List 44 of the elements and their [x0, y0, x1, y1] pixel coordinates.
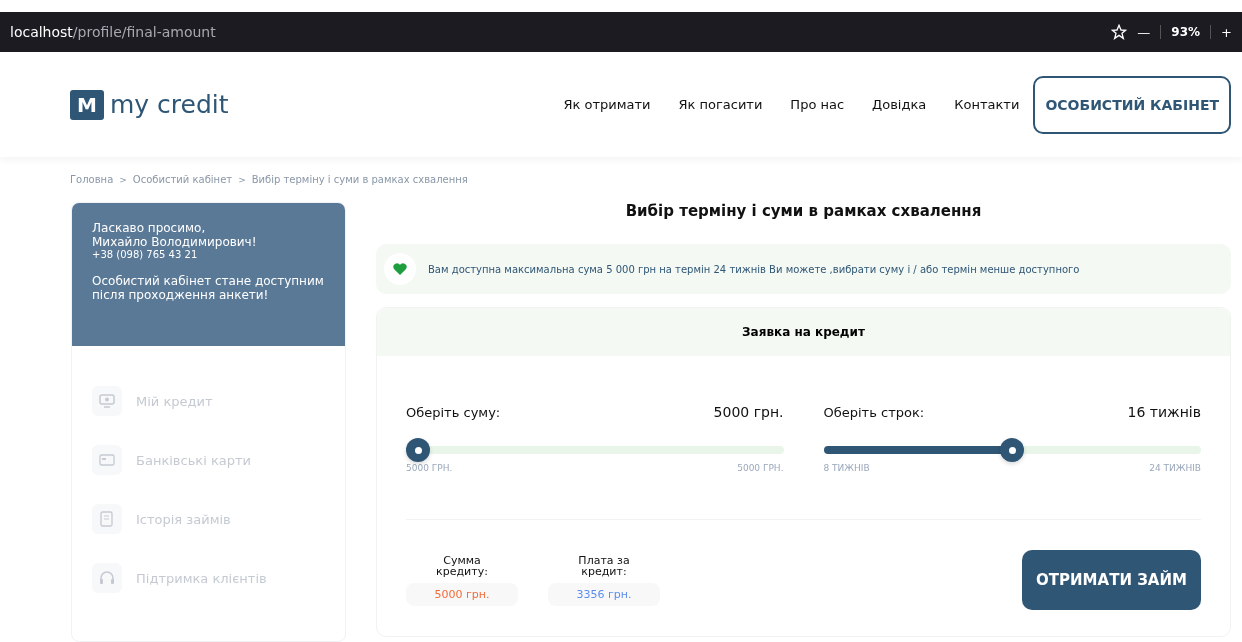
- summary-value: 5000 грн.: [406, 582, 518, 606]
- logo-text[interactable]: my credit: [110, 90, 229, 120]
- nav-link[interactable]: Довідка: [872, 97, 927, 113]
- slider-track[interactable]: [823, 438, 1201, 462]
- slider-label: Оберіть строк:: [823, 404, 925, 420]
- zoom-out-button[interactable]: —: [1137, 24, 1151, 40]
- phone-number: +38 (098) 765 43 21: [92, 249, 199, 260]
- card-title: Заявка на кредит: [377, 308, 1230, 356]
- cabinet-button[interactable]: ОСОБИСТИЙ КАБІНЕТ: [1033, 75, 1231, 134]
- star-icon[interactable]: [1111, 24, 1128, 41]
- greeting-text: Ласкаво просимо,: [92, 221, 207, 235]
- summary-label: Сумма кредиту:: [435, 554, 489, 577]
- nav-link[interactable]: Як отримати: [563, 97, 651, 113]
- slider-thumb[interactable]: [1000, 438, 1025, 462]
- address-bar[interactable]: localhost/profile/final-amount: [10, 24, 1102, 41]
- slider-thumb[interactable]: [406, 438, 430, 462]
- headset-icon: [99, 570, 115, 586]
- user-name: Михайло Володимирович!: [92, 235, 258, 249]
- monitor-icon: [99, 393, 115, 409]
- breadcrumb-separator: >: [238, 174, 246, 185]
- slider-label: Оберіть суму:: [406, 404, 501, 420]
- submit-button[interactable]: ОТРИМАТИ ЗАЙМ: [1022, 550, 1201, 610]
- slider-min: 5000 ГРН.: [406, 463, 453, 473]
- logo-mark[interactable]: M: [70, 89, 104, 120]
- slider-min: 8 ТИЖНІВ: [823, 463, 870, 473]
- nav-link[interactable]: Контакти: [954, 97, 1020, 113]
- breadcrumb-separator: >: [119, 174, 127, 185]
- slider-track[interactable]: [406, 438, 784, 462]
- slider-max: 24 ТИЖНІВ: [1149, 463, 1201, 473]
- notice-text: Особистий кабінет стане доступним після проходження анкети!: [92, 274, 325, 302]
- document-icon: [100, 511, 114, 527]
- slider-max: 5000 ГРН.: [737, 463, 784, 473]
- zoom-level[interactable]: 93%: [1160, 25, 1212, 40]
- summary-value: 3356 грн.: [548, 582, 660, 606]
- page-title: Вибір терміну і суми в рамках схвалення: [624, 202, 983, 222]
- info-text: Вам доступна максимальна сума 5 000 грн на термін 24 тижнів Ви можете ,вибрати суму і / або термін менше доступного: [428, 263, 1080, 275]
- summary-label: Плата за кредит:: [577, 554, 631, 577]
- nav-link[interactable]: Про нас: [790, 97, 845, 113]
- slider-value: 5000 грн.: [713, 404, 784, 420]
- zoom-in-button[interactable]: +: [1221, 24, 1232, 40]
- heart-icon: [393, 263, 407, 275]
- slider-value: 16 тижнів: [1127, 404, 1201, 420]
- nav-link[interactable]: Як погасити: [678, 97, 763, 113]
- card-icon: [99, 453, 115, 467]
